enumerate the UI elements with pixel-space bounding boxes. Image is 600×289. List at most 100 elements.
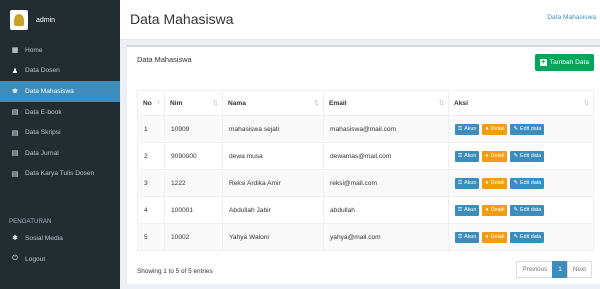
cell-nim: 1222 [164, 169, 223, 197]
akun-label: Akun [464, 153, 477, 159]
edit-button[interactable]: ✎ Edit data [510, 204, 545, 216]
sidebar-item-data-skripsi[interactable]: ▤ Data Skripsi [0, 122, 120, 143]
power-icon: ⏻ [12, 255, 18, 263]
next-page-button[interactable]: Next [566, 261, 592, 278]
cell-email: reksi@mail.com [323, 169, 449, 197]
edit-button[interactable]: ✎ Edit data [510, 231, 545, 243]
table-row: 3 1222 Reksi Ardika Amir reksi@mail.com ⚿ Aku… [137, 169, 594, 197]
sidebar-item-data-karya-tulis-dosen[interactable]: ▤ Data Karya Tulis Dosen [0, 164, 120, 185]
avatar [10, 10, 28, 30]
cell-email: abdullah [323, 196, 449, 224]
table-body: 1 10909 mahasiswa sejati mahasiswa@mail.com… [137, 115, 594, 251]
edit-button[interactable]: ✎ Edit data [510, 150, 545, 162]
book-icon: ▤ [11, 150, 19, 158]
akun-button[interactable]: ⚿ Akun [455, 231, 480, 243]
table-info: Showing 1 to 5 of 5 entries [137, 268, 213, 275]
edit-button[interactable]: ✎ Edit data [510, 123, 545, 135]
sidebar-item-home[interactable]: ▦ Home [0, 40, 120, 61]
cell-nim: 10002 [164, 223, 223, 251]
column-header-nama[interactable]: Nama ⇅ [222, 90, 324, 116]
edit-icon: ✎ [513, 234, 518, 240]
info-icon: ● [485, 153, 489, 159]
cell-aksi: ⚿ Akun ● Detail ✎ Edit data [448, 169, 594, 197]
edit-label: Edit data [520, 234, 542, 240]
cell-email: mahasiswa@mail.com [323, 115, 449, 143]
edit-icon: ✎ [513, 153, 518, 159]
column-header-email[interactable]: Email ⇅ [323, 90, 449, 116]
akun-button[interactable]: ⚿ Akun [455, 150, 480, 162]
akun-label: Akun [464, 126, 477, 132]
table-row: 1 10909 mahasiswa sejati mahasiswa@mail.com… [137, 115, 594, 143]
sidebar-section-header: PENGATURAN [9, 218, 52, 226]
user-icon: ♟ [11, 67, 19, 75]
breadcrumb[interactable]: Data Mahasiswa [547, 14, 596, 21]
column-header-no[interactable]: No ↑ [137, 90, 165, 116]
detail-button[interactable]: ● Detail [482, 231, 508, 243]
info-icon: ● [485, 207, 489, 213]
cell-aksi: ⚿ Akun ● Detail ✎ Edit data [448, 223, 594, 251]
users-icon: ♚ [11, 88, 19, 96]
sidebar-item-label: Logout [25, 255, 46, 263]
page-1-button[interactable]: 1 [552, 261, 568, 278]
dashboard-icon: ▦ [11, 47, 19, 55]
previous-page-button[interactable]: Previous [516, 261, 554, 278]
edit-icon: ✎ [513, 180, 518, 186]
user-panel: admin [0, 0, 120, 40]
key-icon: ⚿ [458, 125, 463, 132]
akun-label: Akun [464, 234, 477, 240]
cell-nama: Reksi Ardika Amir [222, 169, 324, 197]
cell-nim: 10909 [164, 115, 223, 143]
sidebar-item-data-mahasiswa[interactable]: ♚ Data Mahasiswa [0, 81, 120, 102]
column-header-nim[interactable]: Nim ⇅ [164, 90, 223, 116]
plus-icon: + [539, 59, 547, 66]
edit-label: Edit data [520, 207, 542, 213]
info-icon: ● [485, 180, 489, 186]
cell-nama: Abdullah Jabir [222, 196, 324, 224]
akun-button[interactable]: ⚿ Akun [455, 204, 480, 216]
sidebar-item-label: Sosial Media [25, 234, 63, 242]
detail-label: Detail [490, 126, 505, 132]
sidebar-item-label: Data Mahasiswa [25, 87, 74, 95]
akun-button[interactable]: ⚿ Akun [455, 177, 480, 189]
sort-icon: ⇅ [313, 100, 319, 107]
edit-label: Edit data [520, 180, 542, 186]
cell-no: 3 [137, 169, 165, 197]
sidebar-item-data-e-book[interactable]: ▤ Data E-book [0, 102, 120, 123]
sidebar-item-label: Data E-book [25, 108, 62, 116]
sidebar-item-label: Home [25, 46, 43, 54]
akun-label: Akun [464, 180, 477, 186]
edit-label: Edit data [520, 153, 542, 159]
sidebar-item-label: Data Jurnal [25, 149, 59, 157]
mahasiswa-table: No ↑ Nim ⇅ Nama ⇅ Email ⇅ Aksi ⇅ 1 10909 mahasi… [137, 90, 594, 251]
detail-label: Detail [490, 180, 505, 186]
cell-email: yahya@mail.com [323, 223, 449, 251]
edit-button[interactable]: ✎ Edit data [510, 177, 545, 189]
sidebar-item-logout[interactable]: ⏻ Logout [0, 249, 120, 270]
username: admin [36, 16, 56, 24]
sort-asc-icon: ↑ [156, 99, 160, 106]
sidebar-menu: ▦ Home ♟ Data Dosen ♚ Data Mahasiswa ▤ Data E-b… [0, 40, 120, 184]
detail-label: Detail [490, 207, 505, 213]
detail-button[interactable]: ● Detail [482, 123, 508, 135]
sidebar-item-label: Data Karya Tulis Dosen [25, 170, 95, 178]
page-title: Data Mahasiswa [130, 11, 234, 27]
cell-nama: Yahya Waloni [222, 223, 324, 251]
box-title: Data Mahasiswa [137, 55, 192, 64]
add-data-button[interactable]: + Tambah Data [534, 54, 594, 71]
cell-no: 2 [137, 142, 165, 170]
detail-button[interactable]: ● Detail [482, 204, 508, 216]
sidebar-item-data-dosen[interactable]: ♟ Data Dosen [0, 61, 120, 82]
akun-label: Akun [464, 207, 477, 213]
table-row: 5 10002 Yahya Waloni yahya@mail.com ⚿ Akun ● De… [137, 223, 594, 251]
table-row: 4 100001 Abdullah Jabir abdullah ⚿ Akun ● Detai… [137, 196, 594, 224]
akun-button[interactable]: ⚿ Akun [455, 123, 480, 135]
column-header-aksi[interactable]: Aksi ⇅ [448, 90, 594, 116]
detail-button[interactable]: ● Detail [482, 150, 508, 162]
detail-label: Detail [490, 153, 505, 159]
edit-label: Edit data [520, 126, 542, 132]
detail-button[interactable]: ● Detail [482, 177, 508, 189]
sidebar-item-data-jurnal[interactable]: ▤ Data Jurnal [0, 143, 120, 164]
sidebar-item-sosial-media[interactable]: ✱ Sosial Media [0, 228, 120, 249]
gear-icon: ✱ [12, 235, 18, 243]
book-icon: ▤ [11, 109, 19, 117]
